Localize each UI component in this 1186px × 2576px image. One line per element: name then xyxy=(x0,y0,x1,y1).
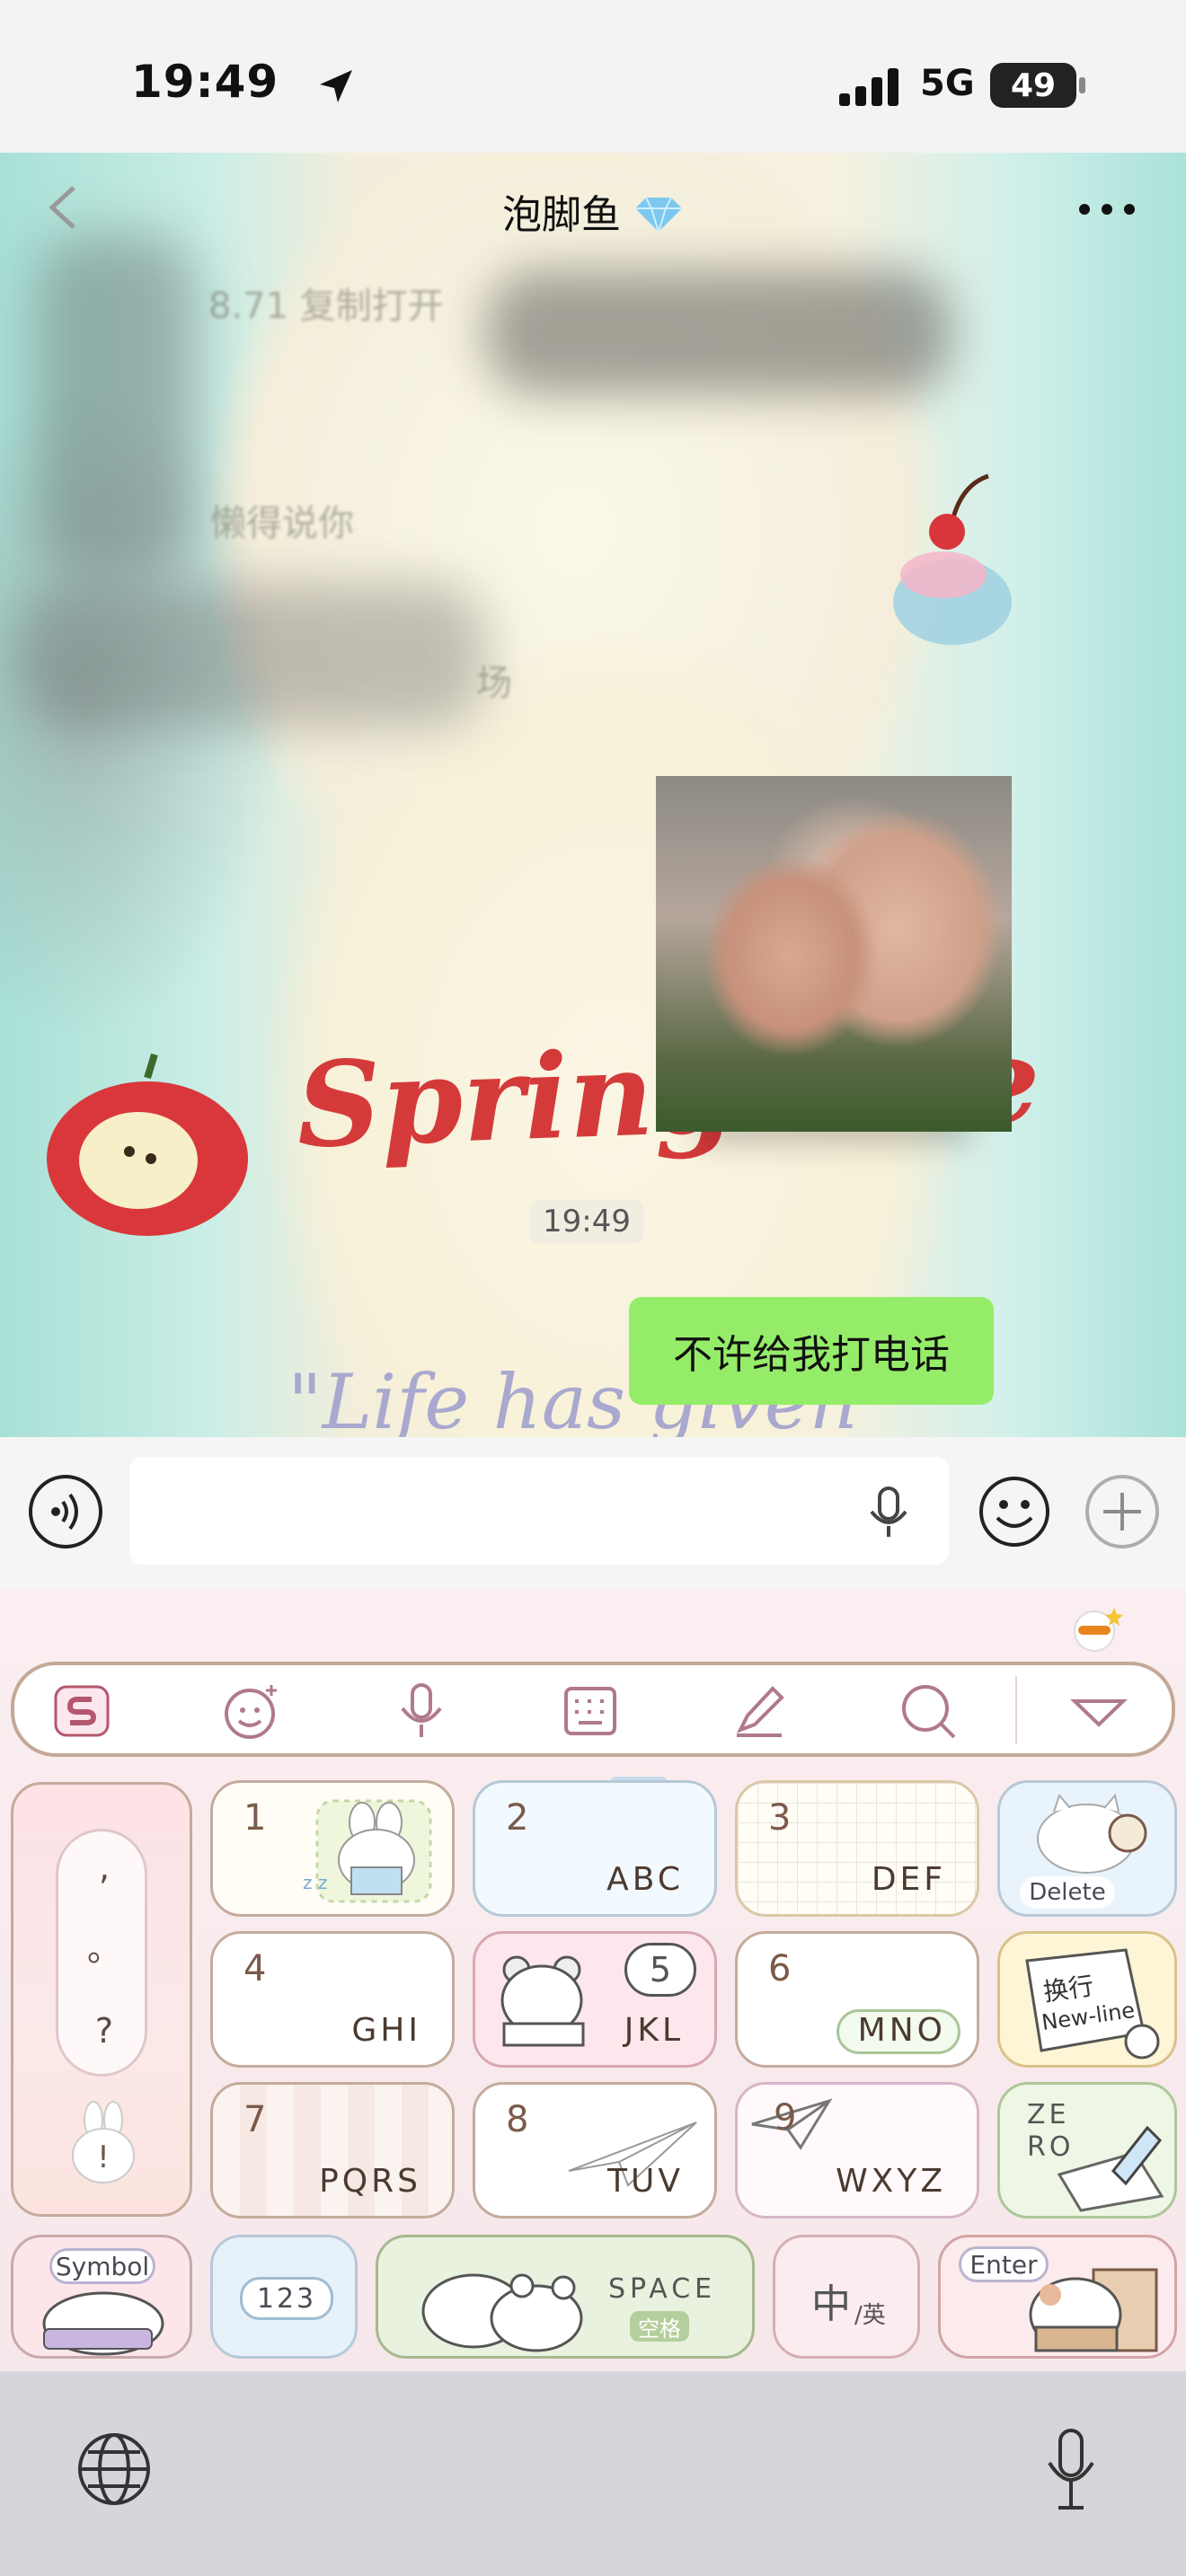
system-keyboard-bar xyxy=(0,2371,1186,2576)
plus-button[interactable] xyxy=(1085,1475,1159,1548)
newline-key[interactable]: 换行 New-line xyxy=(997,1931,1177,2068)
punct-key[interactable]: 。 xyxy=(58,1921,150,1971)
punctuation-scroll[interactable]: , 。 ? xyxy=(56,1829,147,2077)
microphone-icon[interactable] xyxy=(392,1681,451,1741)
key-number: 3 xyxy=(768,1797,792,1839)
image-message[interactable] xyxy=(656,776,1012,1132)
voice-input-button[interactable] xyxy=(29,1475,102,1548)
search-icon[interactable] xyxy=(898,1681,958,1741)
numeric-mode-key[interactable]: 123 xyxy=(210,2235,358,2359)
space-cn-label: 空格 xyxy=(630,2311,689,2342)
key-letters: WXYZ xyxy=(836,2163,946,2200)
numeric-mode-label: 123 xyxy=(240,2277,333,2320)
punct-key[interactable]: ? xyxy=(58,2011,150,2051)
lang-sub-label: /英 xyxy=(854,2302,886,2329)
key-letters: ABC xyxy=(606,1861,684,1898)
key-number: 6 xyxy=(768,1948,792,1989)
bunny-sticker: ! xyxy=(63,2100,144,2190)
sogou-logo-icon[interactable] xyxy=(52,1681,111,1741)
collapse-keyboard-icon[interactable] xyxy=(1069,1681,1128,1741)
thermometer-sticker xyxy=(1057,2125,1164,2212)
more-options-icon[interactable] xyxy=(1078,203,1136,216)
key-number: 9 xyxy=(774,2097,797,2139)
key-4-ghi[interactable]: 4 GHI xyxy=(210,1931,455,2068)
toolbar-divider xyxy=(1015,1676,1017,1744)
plus-icon xyxy=(1103,1493,1141,1531)
key-2-abc[interactable]: 2 ABC xyxy=(473,1780,717,1917)
punct-key[interactable]: , xyxy=(58,1848,150,1887)
key-letters: GHI xyxy=(351,2012,421,2049)
blurred-region xyxy=(485,269,952,395)
key-number: 1 xyxy=(243,1797,267,1839)
key-5-jkl[interactable]: 5 JKL xyxy=(473,1931,717,2068)
globe-icon[interactable] xyxy=(75,2430,153,2508)
bunny-reading-sticker: z z xyxy=(303,1799,432,1903)
key-number: 2 xyxy=(506,1797,529,1839)
sleeping-animals-sticker xyxy=(421,2273,583,2352)
handwriting-pen-icon[interactable] xyxy=(730,1681,789,1741)
key-number: 5 xyxy=(624,1943,696,1997)
hamster-sticker xyxy=(42,2291,164,2356)
lang-main-label: 中 xyxy=(811,2281,851,2327)
message-input[interactable] xyxy=(129,1457,949,1565)
key-0[interactable]: ZE RO xyxy=(997,2082,1177,2219)
chat-title-text: 泡脚鱼 xyxy=(502,192,621,238)
symbol-key[interactable]: Symbol xyxy=(11,2235,192,2359)
signal-icon xyxy=(839,68,898,106)
message-timestamp: 19:49 xyxy=(530,1200,643,1243)
voice-waves-icon xyxy=(51,1493,78,1531)
space-key[interactable]: SPACE 空格 xyxy=(376,2235,755,2359)
key-8-tuv[interactable]: 8 TUV xyxy=(473,2082,717,2219)
key-number: 8 xyxy=(506,2099,529,2140)
faded-message: 懒得说你 xyxy=(210,503,354,544)
key-9-wxyz[interactable]: 9 WXYZ xyxy=(735,2082,979,2219)
keyboard-mascot-icon[interactable] xyxy=(1069,1602,1123,1653)
dictation-mic-icon[interactable] xyxy=(1046,2427,1096,2513)
key-letters: JKL xyxy=(624,2012,684,2049)
location-arrow-icon xyxy=(320,70,352,102)
status-time: 19:49 xyxy=(131,56,279,108)
language-switch-key[interactable]: 中 /英 xyxy=(773,2235,920,2359)
key-letters: MNO xyxy=(857,2012,946,2049)
key-number: 4 xyxy=(243,1948,267,1989)
key-7-pqrs[interactable]: 7 PQRS xyxy=(210,2082,455,2219)
emoji-button-icon[interactable] xyxy=(978,1475,1051,1548)
faded-message: 8.71 复制打开 xyxy=(208,286,444,327)
svg-text:z z: z z xyxy=(303,1872,327,1893)
battery-indicator: 49 xyxy=(990,63,1085,108)
cherry-sundae-decoration xyxy=(893,473,1012,645)
delete-key[interactable]: Delete xyxy=(997,1780,1177,1917)
blurred-region xyxy=(18,584,485,728)
enter-label: Enter xyxy=(959,2246,1049,2282)
bear-sticker xyxy=(500,1955,585,2047)
sent-message-bubble[interactable]: 不许给我打电话 xyxy=(629,1297,994,1405)
key-number: 7 xyxy=(243,2099,267,2140)
key-1[interactable]: 1 z z xyxy=(210,1780,455,1917)
network-type: 5G xyxy=(920,63,975,104)
emoji-plus-icon[interactable] xyxy=(221,1681,280,1741)
keyboard-layout-icon[interactable] xyxy=(561,1681,620,1741)
key-letters: PQRS xyxy=(319,2163,421,2200)
faded-message: 场 xyxy=(476,663,512,704)
blurred-region xyxy=(36,234,198,575)
enter-key[interactable]: Enter xyxy=(938,2235,1177,2359)
space-label: SPACE xyxy=(608,2273,717,2305)
delete-label: Delete xyxy=(1020,1876,1115,1909)
microphone-icon[interactable] xyxy=(864,1486,913,1539)
symbol-label: Symbol xyxy=(49,2248,155,2284)
key-letters: DEF xyxy=(871,1861,946,1898)
diamond-icon xyxy=(635,197,682,235)
key-6-mno[interactable]: 6 MNO xyxy=(735,1931,979,2068)
newline-cn-label: 换行 xyxy=(1041,1971,1096,2007)
apple-decoration xyxy=(47,1053,248,1236)
cat-sticker xyxy=(1037,1793,1147,1874)
chat-title[interactable]: 泡脚鱼 xyxy=(0,182,1186,240)
key-3-def[interactable]: 3 DEF xyxy=(735,1780,979,1917)
punct-key[interactable]: ! xyxy=(63,2139,144,2175)
key-letters: TUV xyxy=(607,2163,684,2200)
